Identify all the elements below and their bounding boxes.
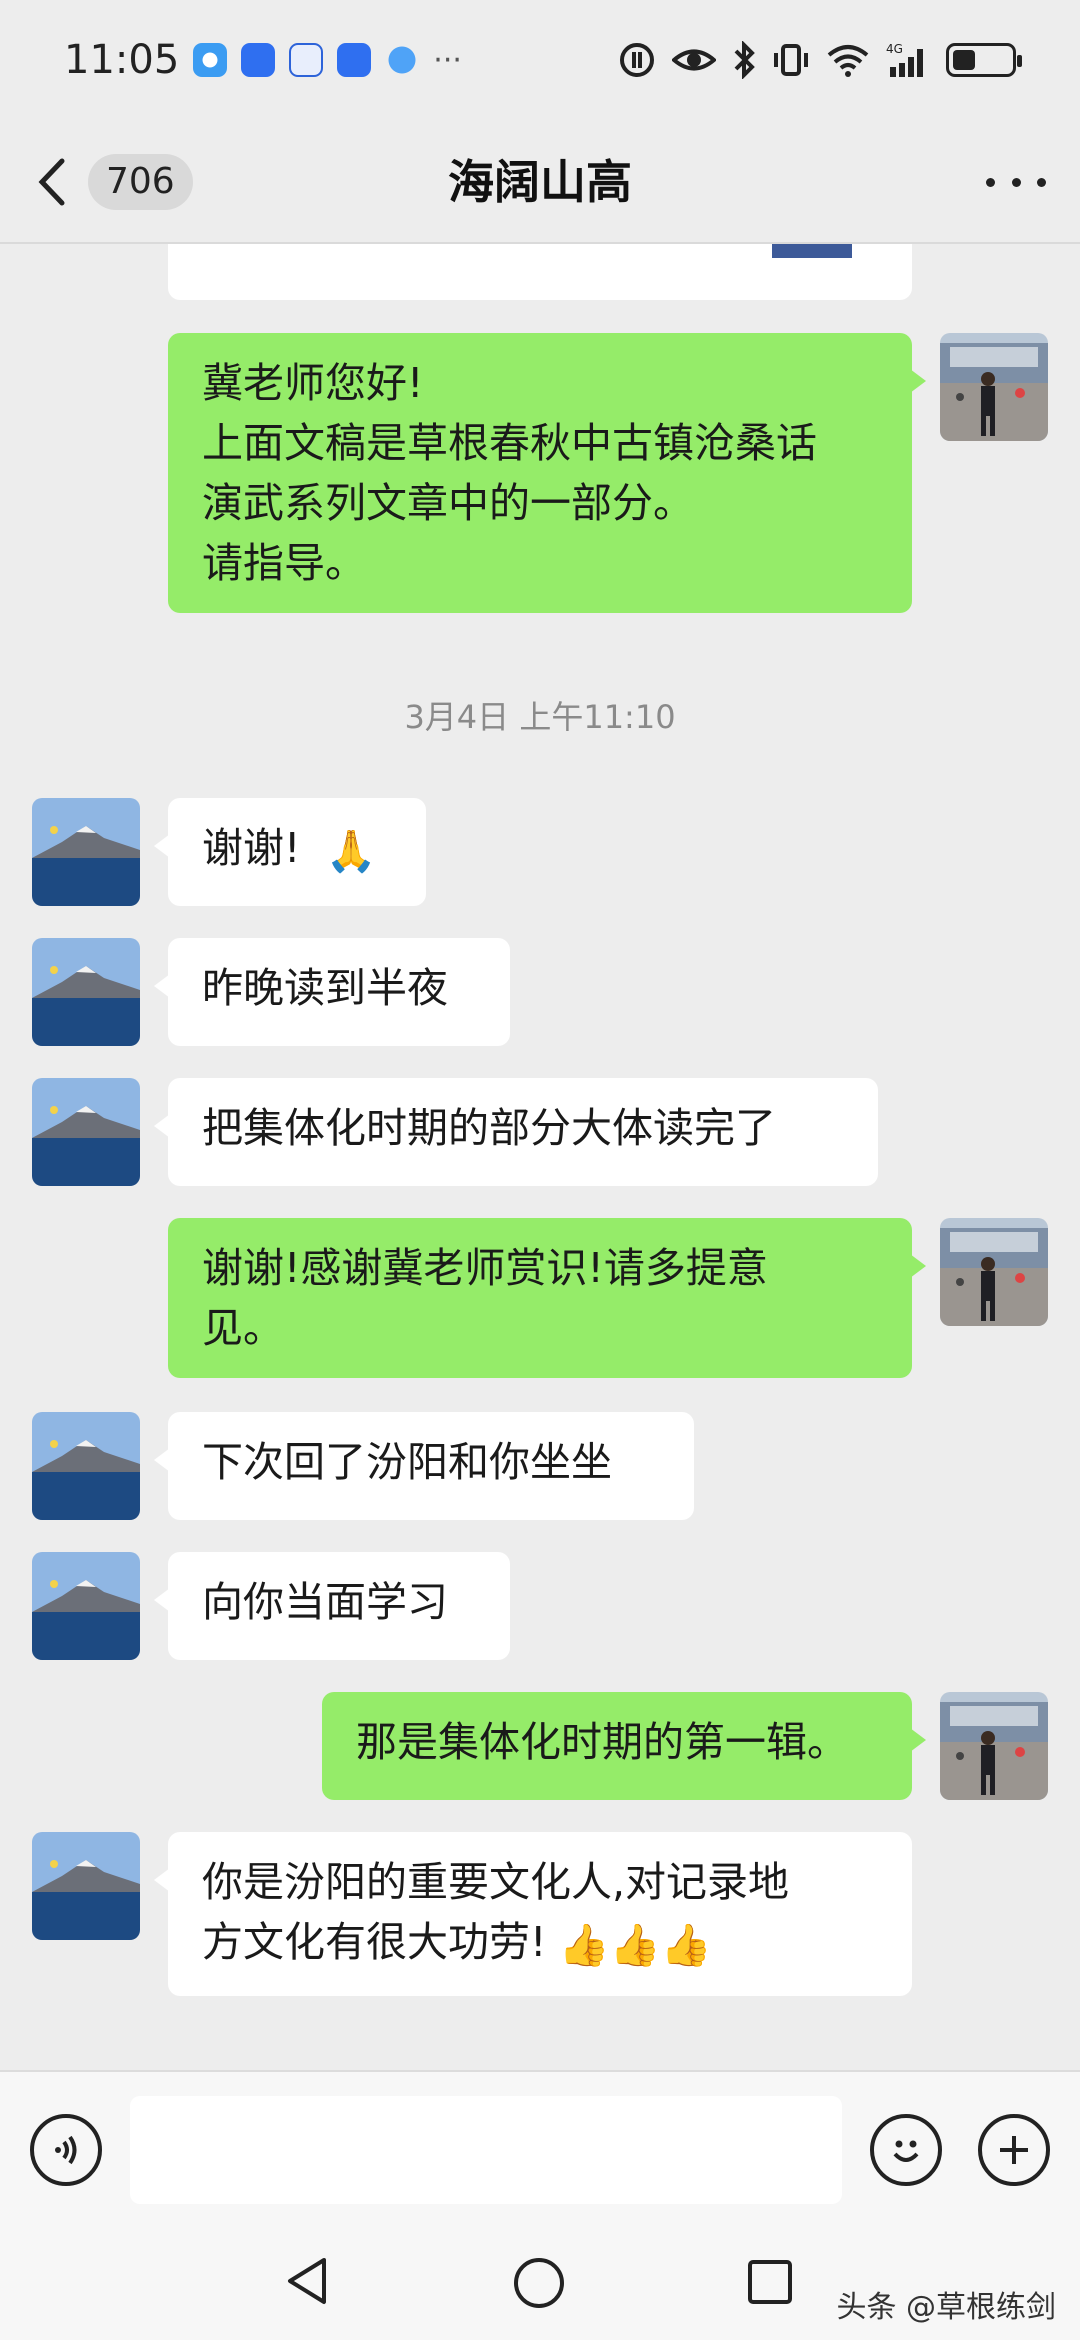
thumbs-up-emoji: 👍👍👍: [558, 1921, 712, 1969]
system-navigation-bar: 头条 @草根练剑: [0, 2220, 1080, 2340]
message-bubble-outgoing[interactable]: 那是集体化时期的第一辑。: [322, 1692, 926, 1800]
bluetooth-icon: [734, 41, 755, 79]
person-photo-icon: [940, 333, 1048, 441]
battery-level: [953, 50, 976, 70]
message-text: 下次回了汾阳和你坐坐: [202, 1438, 612, 1486]
mountain-landscape-icon: [32, 798, 140, 906]
more-functions-button[interactable]: [978, 2114, 1050, 2186]
mountain-landscape-icon: [32, 1412, 140, 1520]
eye-icon: [672, 49, 716, 71]
smiley-icon: [893, 2140, 919, 2162]
svg-text:4G: 4G: [886, 42, 903, 56]
message-bubble-incoming[interactable]: 下次回了汾阳和你坐坐: [154, 1412, 694, 1520]
watermark-text: 头条 @草根练剑: [836, 2290, 1056, 2325]
battery-cap: [1017, 55, 1022, 67]
mountain-landscape-icon: [32, 938, 140, 1046]
message-line: 方文化有很大功劳! 👍👍👍: [202, 1912, 878, 1975]
message-line: 请指导。: [202, 539, 366, 587]
dot-icon: [1011, 177, 1021, 187]
message-text: 方文化有很大功劳!: [202, 1918, 547, 1966]
my-avatar[interactable]: [940, 1218, 1048, 1326]
message-line: 谢谢!感谢冀老师赏识!请多提意: [202, 1244, 768, 1292]
contact-avatar[interactable]: [32, 1832, 140, 1940]
contact-avatar[interactable]: [32, 1078, 140, 1186]
message-text: 向你当面学习: [202, 1578, 448, 1626]
status-bar: 11:05 ··· 4G: [0, 0, 1080, 120]
battery-icon: [946, 43, 1022, 77]
message-text: 昨晚读到半夜: [202, 964, 448, 1012]
status-right: 4G: [618, 41, 1022, 79]
vibrate-icon: [774, 44, 808, 76]
contact-avatar[interactable]: [32, 1412, 140, 1520]
message-bubble-incoming[interactable]: 昨晚读到半夜: [154, 938, 510, 1046]
chat-header: 706 海阔山高: [0, 120, 1080, 244]
message-line: 见。: [202, 1304, 284, 1352]
baidu-icon: [289, 43, 324, 77]
tencent-app-icon: [241, 43, 276, 77]
message-text: 把集体化时期的部分大体读完了: [202, 1104, 776, 1152]
voice-input-button[interactable]: [30, 2114, 102, 2186]
partial-message-bubble[interactable]: [168, 244, 912, 300]
recents-square-icon[interactable]: [746, 2258, 794, 2306]
hd-call-icon: [620, 43, 654, 77]
message-bubble-incoming[interactable]: 谢谢! 🙏: [154, 798, 426, 906]
more-notifications-icon: ···: [433, 42, 462, 78]
person-photo-icon: [940, 1218, 1048, 1326]
timestamp-divider: 3月4日 上午11:10: [404, 698, 676, 736]
wifi-icon: [827, 45, 869, 77]
qq-browser-icon: [193, 43, 228, 77]
voice-icon: [55, 2135, 77, 2165]
message-bubble-incoming[interactable]: 你是汾阳的重要文化人,对记录地 方文化有很大功劳! 👍👍👍: [154, 1832, 912, 1996]
link-thumbnail-edge: [772, 244, 852, 258]
message-input[interactable]: [130, 2096, 842, 2204]
message-text: 那是集体化时期的第一辑。: [356, 1718, 848, 1766]
contact-avatar[interactable]: [32, 1552, 140, 1660]
emoji-button[interactable]: [870, 2114, 942, 2186]
home-circle-icon[interactable]: [512, 2256, 566, 2310]
message-bubble-incoming[interactable]: 向你当面学习: [154, 1552, 510, 1660]
message-bubble-outgoing[interactable]: 谢谢!感谢冀老师赏识!请多提意 见。: [168, 1218, 926, 1378]
unread-count-badge[interactable]: 706: [88, 154, 193, 210]
message-line: 演武系列文章中的一部分。: [202, 479, 694, 527]
plus-icon: [1000, 2136, 1028, 2164]
message-line: 你是汾阳的重要文化人,对记录地: [202, 1858, 790, 1906]
chat-input-bar: [0, 2070, 1080, 2220]
my-avatar[interactable]: [940, 1692, 1048, 1800]
dot-icon: [986, 177, 995, 187]
status-left: 11:05 ···: [64, 37, 462, 83]
status-time: 11:05: [64, 37, 180, 83]
more-options-button[interactable]: [986, 154, 1046, 210]
contact-avatar[interactable]: [32, 798, 140, 906]
globe-app-icon: [385, 43, 420, 77]
cloud-app-icon: [337, 43, 372, 77]
mountain-landscape-icon: [32, 1832, 140, 1940]
my-avatar[interactable]: [940, 333, 1048, 441]
mountain-landscape-icon: [32, 1552, 140, 1660]
back-button[interactable]: [36, 150, 80, 214]
dot-icon: [1037, 177, 1046, 187]
cellular-signal-icon: 4G: [886, 42, 923, 77]
message-bubble-outgoing[interactable]: 冀老师您好! 上面文稿是草根春秋中古镇沧桑话 演武系列文章中的一部分。 请指导。: [168, 333, 926, 613]
back-triangle-icon[interactable]: [284, 2256, 332, 2306]
contact-avatar[interactable]: [32, 938, 140, 1046]
message-line: 冀老师您好!: [202, 359, 424, 407]
folded-hands-emoji: 🙏: [325, 827, 377, 875]
message-line: 上面文稿是草根春秋中古镇沧桑话: [202, 419, 817, 467]
person-photo-icon: [940, 1692, 1048, 1800]
message-bubble-incoming[interactable]: 把集体化时期的部分大体读完了: [154, 1078, 878, 1186]
mountain-landscape-icon: [32, 1078, 140, 1186]
message-text: 谢谢!: [202, 824, 301, 872]
chevron-left-icon: [38, 158, 65, 206]
